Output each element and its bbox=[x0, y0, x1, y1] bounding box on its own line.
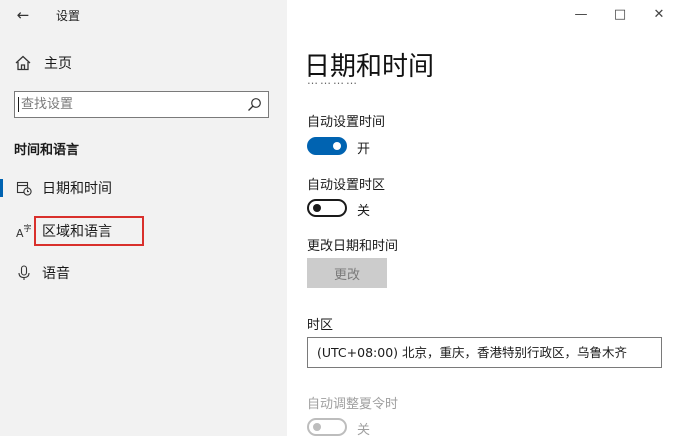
dst-toggle[interactable] bbox=[307, 418, 347, 436]
svg-text:字: 字 bbox=[24, 223, 32, 233]
auto-timezone-toggle[interactable] bbox=[307, 199, 347, 217]
nav-home[interactable]: 主页 bbox=[14, 52, 72, 74]
search-input[interactable] bbox=[21, 92, 241, 117]
dst-state: 关 bbox=[357, 423, 371, 438]
clipped-text: ………… bbox=[307, 80, 359, 87]
search-box[interactable] bbox=[14, 91, 269, 118]
text-caret bbox=[18, 97, 19, 112]
home-icon bbox=[15, 55, 31, 71]
sidebar-item-speech[interactable]: 语音 bbox=[0, 257, 287, 289]
section-title: 时间和语言 bbox=[14, 143, 80, 158]
active-indicator bbox=[0, 179, 3, 197]
sidebar-item-date-time[interactable]: 日期和时间 bbox=[0, 172, 287, 204]
dst-label: 自动调整夏令时 bbox=[307, 397, 399, 412]
auto-timezone-state: 关 bbox=[357, 204, 371, 219]
timezone-dropdown[interactable]: (UTC+08:00) 北京，重庆，香港特别行政区，乌鲁木齐 bbox=[307, 337, 662, 368]
content-pane: — □ ✕ 日期和时间 ………… 自动设置时间 开 自动设置时区 关 更改日期和… bbox=[287, 0, 682, 438]
back-arrow-icon[interactable]: ← bbox=[12, 6, 34, 24]
language-icon: A 字 bbox=[16, 223, 32, 239]
search-icon[interactable] bbox=[247, 97, 262, 112]
toggle-knob bbox=[333, 142, 341, 150]
nav-home-label: 主页 bbox=[44, 56, 72, 72]
toggle-knob bbox=[313, 204, 321, 212]
microphone-icon bbox=[18, 265, 30, 280]
close-icon[interactable]: ✕ bbox=[648, 6, 670, 24]
minimize-icon[interactable]: — bbox=[570, 6, 592, 24]
sidebar: ← 设置 主页 时间和语言 日期和时间 A 字 区域和语 bbox=[0, 0, 287, 436]
maximize-icon[interactable]: □ bbox=[609, 6, 631, 24]
page-title: 日期和时间 bbox=[304, 52, 435, 82]
sidebar-item-label: 日期和时间 bbox=[42, 181, 112, 197]
auto-time-label: 自动设置时间 bbox=[307, 115, 386, 130]
toggle-knob bbox=[313, 423, 321, 431]
auto-time-toggle[interactable] bbox=[307, 137, 347, 155]
change-datetime-label: 更改日期和时间 bbox=[307, 239, 399, 254]
change-button[interactable]: 更改 bbox=[307, 258, 387, 288]
auto-time-state: 开 bbox=[357, 142, 371, 157]
app-title: 设置 bbox=[56, 9, 81, 23]
highlight-box bbox=[34, 216, 144, 246]
sidebar-item-label: 语音 bbox=[42, 266, 70, 282]
timezone-label: 时区 bbox=[307, 318, 334, 333]
auto-timezone-label: 自动设置时区 bbox=[307, 178, 386, 193]
calendar-clock-icon bbox=[16, 181, 32, 196]
